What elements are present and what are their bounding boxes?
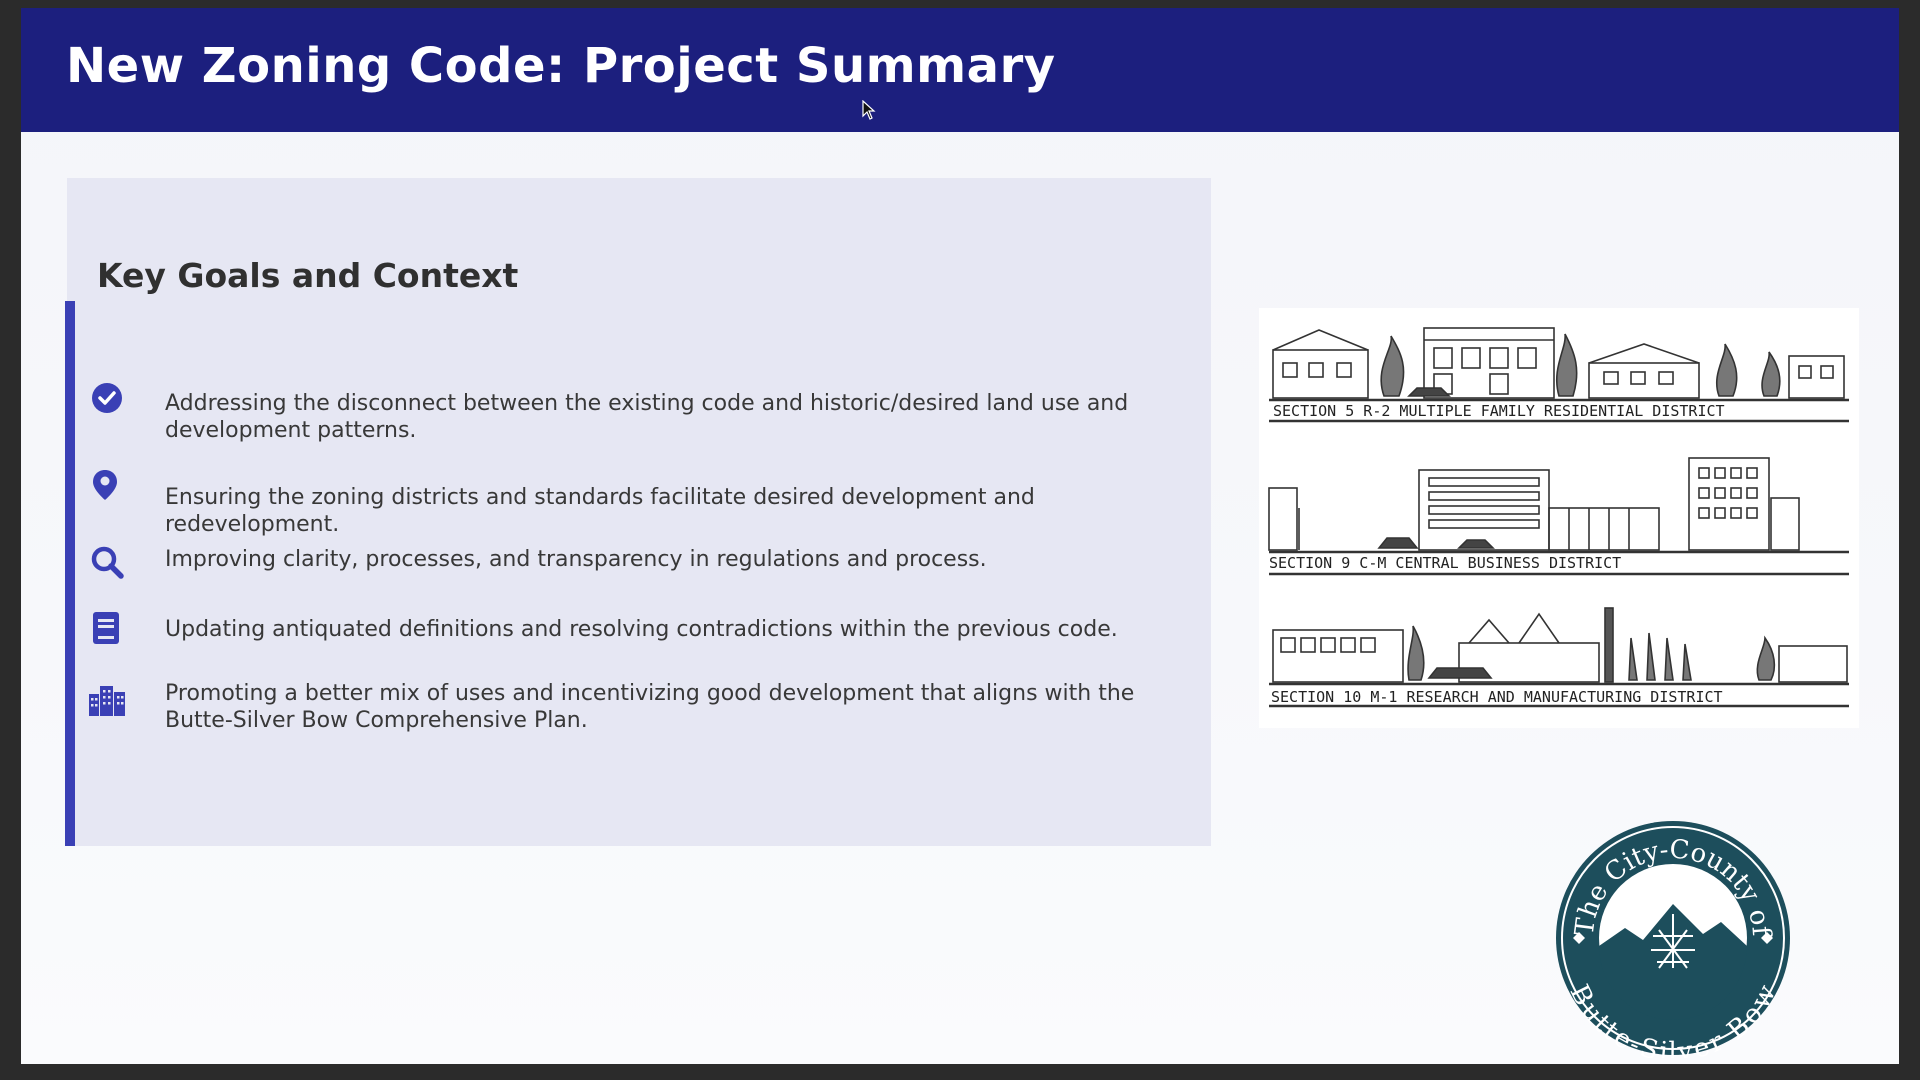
- section-9-label: SECTION 9 C-M CENTRAL BUSINESS DISTRICT: [1269, 554, 1621, 572]
- goal-text: Ensuring the zoning districts and standa…: [165, 485, 1035, 537]
- city-county-seal-logo: The City-County of Butte-Silver Bow: [1556, 821, 1790, 1058]
- document-icon: [93, 612, 119, 644]
- goal-text: Addressing the disconnect between the ex…: [165, 391, 1129, 443]
- check-circle-icon: [92, 383, 122, 413]
- slide: New Zoning Code: Project Summary Key Goa…: [21, 8, 1899, 1064]
- mouse-cursor-icon: [862, 100, 876, 120]
- goal-text: Improving clarity, processes, and transp…: [165, 547, 987, 572]
- title-bar: New Zoning Code: Project Summary: [21, 8, 1899, 132]
- section-5-label: SECTION 5 R-2 MULTIPLE FAMILY RESIDENTIA…: [1273, 402, 1725, 420]
- slide-title: New Zoning Code: Project Summary: [66, 38, 1056, 94]
- goals-accent-bar: [65, 301, 75, 846]
- goals-heading: Key Goals and Context: [97, 256, 519, 295]
- map-pin-icon: [93, 470, 117, 500]
- goal-text: Promoting a better mix of uses and incen…: [165, 681, 1135, 733]
- section-10-label: SECTION 10 M-1 RESEARCH AND MANUFACTURIN…: [1271, 688, 1723, 706]
- city-buildings-icon: [89, 686, 125, 716]
- goal-text: Updating antiquated definitions and reso…: [165, 617, 1118, 642]
- zoning-districts-illustration: SECTION 5 R-2 MULTIPLE FAMILY RESIDENTIA…: [1259, 308, 1859, 728]
- search-icon: [91, 546, 124, 579]
